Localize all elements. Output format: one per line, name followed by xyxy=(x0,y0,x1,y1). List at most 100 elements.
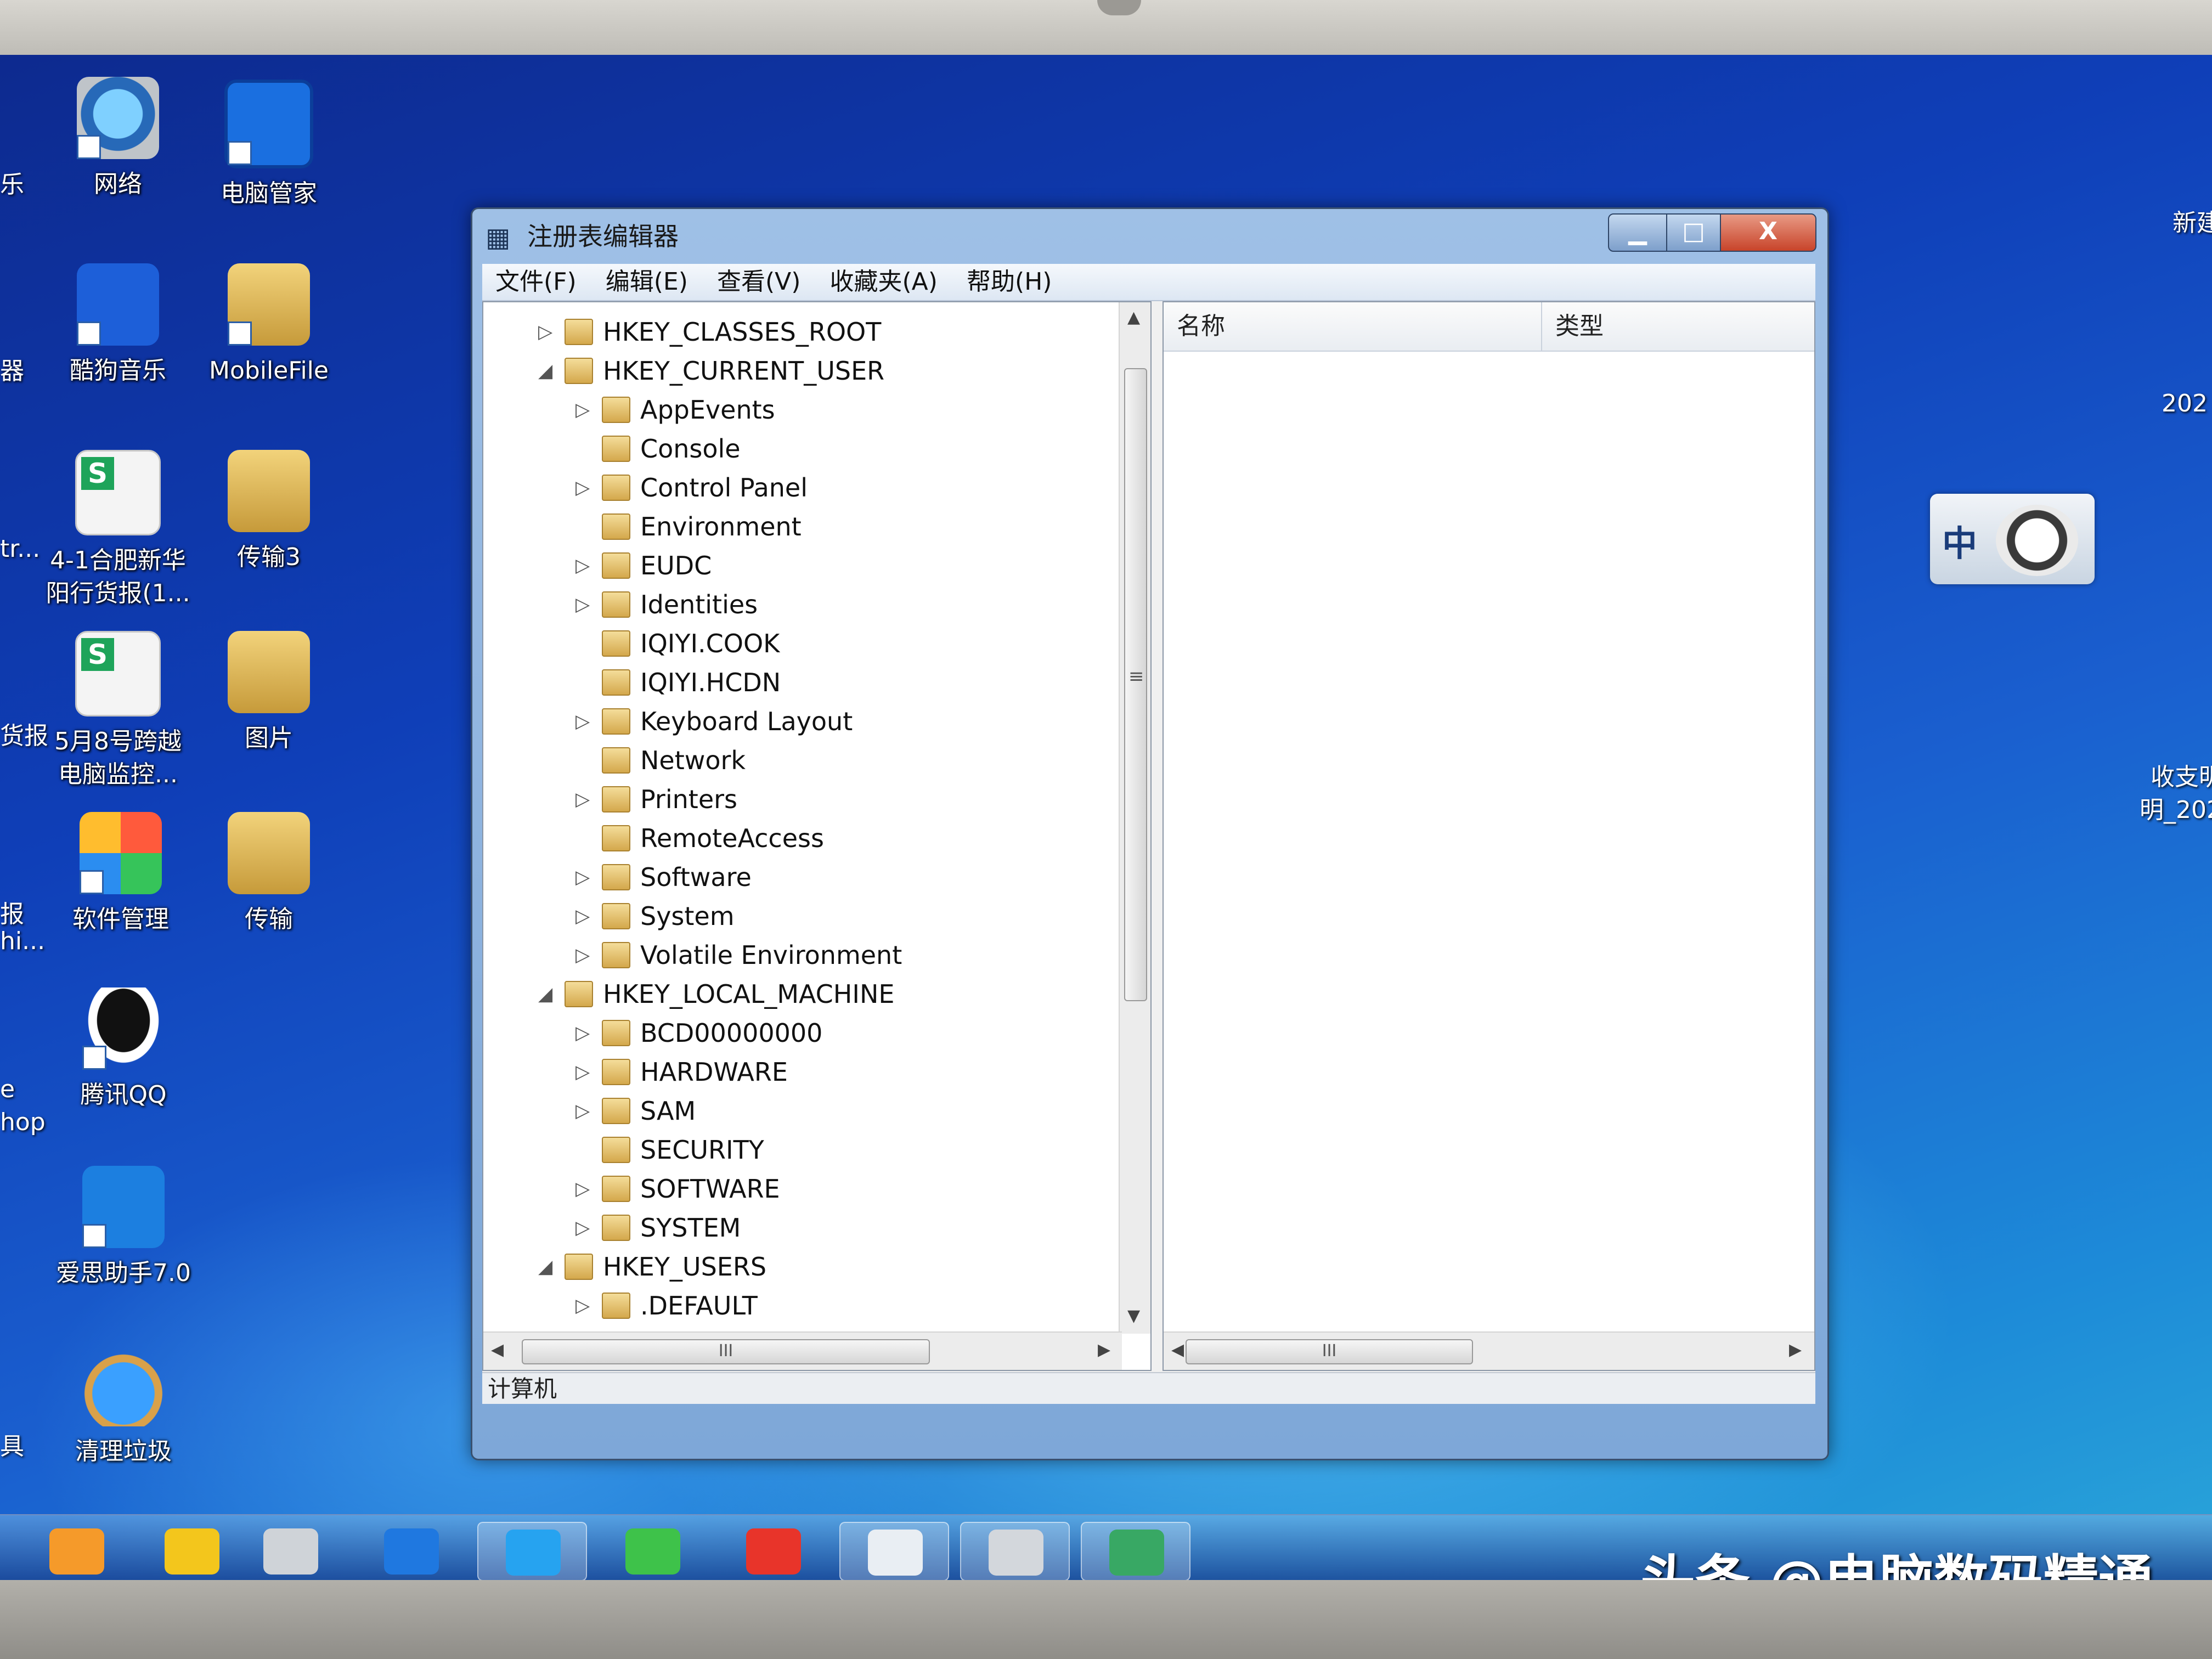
menu-help[interactable]: 帮助(H) xyxy=(953,264,1065,300)
collapse-arrow-icon[interactable]: ◢ xyxy=(538,983,560,1005)
desktop-icon-pc-guard[interactable]: 电脑管家 xyxy=(192,80,346,210)
expand-arrow-icon[interactable]: ▷ xyxy=(575,710,597,732)
ime-mode-label[interactable]: 中 xyxy=(1942,516,1977,566)
taskbar-button[interactable] xyxy=(719,1522,828,1581)
expand-arrow-icon[interactable]: ▷ xyxy=(575,555,597,577)
expand-arrow-icon[interactable]: ▷ xyxy=(575,788,597,810)
close-button[interactable]: X xyxy=(1720,213,1816,252)
ime-toolbar[interactable]: 中 xyxy=(1930,494,2095,584)
taskbar-button[interactable] xyxy=(598,1522,708,1581)
tree-node[interactable]: ▷ SAM xyxy=(575,1091,696,1131)
tree-node[interactable]: ▷ SOFTWARE xyxy=(575,1169,780,1209)
desktop-icon-transfer3[interactable]: 传输3 xyxy=(192,450,346,574)
menu-file[interactable]: 文件(F) xyxy=(482,264,590,300)
desktop-icon-xlsx-2[interactable]: 5月8号跨越 电脑监控... xyxy=(41,631,195,791)
taskbar-button[interactable] xyxy=(1081,1522,1190,1581)
column-type-header[interactable]: 类型 xyxy=(1542,302,1805,351)
tree-node[interactable]: ▷ HKEY_CLASSES_ROOT xyxy=(538,312,881,352)
desktop-icon-i4[interactable]: 爱思助手7.0 xyxy=(47,1166,200,1290)
expand-arrow-icon[interactable]: ▷ xyxy=(575,399,597,421)
taskbar-button[interactable] xyxy=(960,1522,1070,1581)
expand-arrow-icon[interactable]: ▷ xyxy=(575,1295,597,1317)
tree-node[interactable]: RemoteAccess xyxy=(575,819,824,858)
tree-node-label: BCD00000000 xyxy=(640,1018,823,1048)
tree-node[interactable]: ▷ AppEvents xyxy=(575,390,775,430)
taskbar-button[interactable] xyxy=(839,1522,949,1581)
tree-horizontal-scroll-thumb[interactable]: III xyxy=(522,1339,930,1364)
expand-arrow-icon[interactable]: ▷ xyxy=(575,866,597,888)
taskbar-button[interactable] xyxy=(357,1522,466,1581)
desktop-icon-clean[interactable]: 清理垃圾 xyxy=(47,1344,200,1468)
scroll-grip-icon: ≡ xyxy=(1128,665,1144,687)
tree-horizontal-scrollbar[interactable]: ◀ III ▶ xyxy=(483,1331,1122,1370)
desktop-icon-qq[interactable]: 腾讯QQ xyxy=(47,988,200,1111)
desktop-icon-kugou[interactable]: 酷狗音乐 xyxy=(41,263,195,387)
taskbar-button[interactable] xyxy=(236,1522,346,1581)
collapse-arrow-icon[interactable]: ◢ xyxy=(538,1256,560,1278)
desktop-icon-software-manager[interactable]: 软件管理 xyxy=(44,812,198,936)
tree-node[interactable]: IQIYI.COOK xyxy=(575,624,780,663)
list-horizontal-scrollbar[interactable]: ◀ III ▶ xyxy=(1164,1331,1814,1370)
tree-node[interactable]: ▷ Software xyxy=(575,857,752,897)
menu-favorites[interactable]: 收藏夹(A) xyxy=(817,264,951,300)
scroll-down-arrow-icon[interactable]: ▼ xyxy=(1127,1306,1140,1325)
expand-arrow-icon[interactable]: ▷ xyxy=(575,594,597,616)
scroll-left-arrow-icon[interactable]: ◀ xyxy=(1171,1340,1184,1359)
tree-node[interactable]: ▷ System xyxy=(575,896,735,936)
tree-node[interactable]: ◢ HKEY_CURRENT_USER xyxy=(538,351,884,391)
expand-arrow-icon[interactable]: ▷ xyxy=(538,321,560,343)
tree-node[interactable]: ▷ Printers xyxy=(575,780,737,819)
tree-node[interactable]: ◢ HKEY_USERS xyxy=(538,1247,766,1286)
expand-arrow-icon[interactable]: ▷ xyxy=(575,1061,597,1083)
tree-node[interactable]: ▷ Control Panel xyxy=(575,468,808,507)
tree-node[interactable]: ◢ HKEY_LOCAL_MACHINE xyxy=(538,974,894,1014)
expand-arrow-icon[interactable]: ▷ xyxy=(575,1100,597,1122)
desktop-icon-transfer[interactable]: 传输 xyxy=(192,812,346,936)
tree-node[interactable]: ▷ Volatile Environment xyxy=(575,935,902,975)
expand-arrow-icon[interactable]: ▷ xyxy=(575,477,597,499)
tree-node[interactable]: Network xyxy=(575,741,746,780)
column-name-header[interactable]: 名称 xyxy=(1164,302,1542,351)
edge-label-3: tr... xyxy=(0,535,41,563)
taskbar-button[interactable] xyxy=(137,1522,247,1581)
folder-icon xyxy=(602,1137,630,1163)
tree-node[interactable]: ▷ .DEFAULT xyxy=(575,1286,758,1325)
desktop-icon-mobilefile[interactable]: MobileFile xyxy=(192,263,346,387)
tree-node[interactable]: IQIYI.HCDN xyxy=(575,663,781,702)
wechat-icon xyxy=(625,1528,680,1575)
tree-node[interactable]: Environment xyxy=(575,507,802,546)
menu-edit[interactable]: 编辑(E) xyxy=(592,264,701,300)
list-horizontal-scroll-thumb[interactable]: III xyxy=(1186,1339,1473,1364)
expand-arrow-icon[interactable]: ▷ xyxy=(575,1217,597,1239)
maximize-button[interactable]: □ xyxy=(1666,213,1721,252)
desktop-icon-pictures[interactable]: 图片 xyxy=(192,631,346,755)
tree-node[interactable]: Console xyxy=(575,429,741,469)
desktop-icon-network[interactable]: 网络 xyxy=(41,77,195,201)
tree-node[interactable]: ▷ HARDWARE xyxy=(575,1052,788,1092)
desktop-icon-xlsx-1[interactable]: 4-1合肥新华 阳行货报(1... xyxy=(41,450,195,610)
taskbar-button[interactable] xyxy=(22,1522,132,1581)
scroll-right-arrow-icon[interactable]: ▶ xyxy=(1098,1340,1110,1359)
scroll-left-arrow-icon[interactable]: ◀ xyxy=(491,1340,504,1359)
tree-node[interactable]: ▷ EUDC xyxy=(575,546,712,585)
regedit-icon xyxy=(1109,1530,1164,1576)
expand-arrow-icon[interactable]: ▷ xyxy=(575,944,597,966)
scroll-up-arrow-icon[interactable]: ▲ xyxy=(1127,308,1140,327)
tree-node[interactable]: ▷ BCD00000000 xyxy=(575,1013,822,1053)
menu-view[interactable]: 查看(V) xyxy=(704,264,814,300)
collapse-arrow-icon[interactable]: ◢ xyxy=(538,360,560,382)
expand-arrow-icon[interactable]: ▷ xyxy=(575,1178,597,1200)
tree-node[interactable]: ▷ Keyboard Layout xyxy=(575,702,853,741)
scroll-right-arrow-icon[interactable]: ▶ xyxy=(1789,1340,1802,1359)
values-list[interactable]: 名称 类型 ◀ III ▶ xyxy=(1163,301,1815,1371)
tree-node[interactable]: ▷ Identities xyxy=(575,585,758,624)
tree-node[interactable]: SECURITY xyxy=(575,1130,764,1170)
expand-arrow-icon[interactable]: ▷ xyxy=(575,905,597,927)
tree-vertical-scrollbar[interactable]: ▲ ≡ ▼ xyxy=(1119,302,1150,1334)
tree-node[interactable]: ▷ SYSTEM xyxy=(575,1208,741,1248)
taskbar-button[interactable] xyxy=(477,1522,587,1581)
tree-vertical-scroll-thumb[interactable]: ≡ xyxy=(1124,368,1147,1001)
minimize-button[interactable]: ▁ xyxy=(1608,213,1667,252)
title-bar[interactable]: ▦ 注册表编辑器 ▁ □ X xyxy=(472,209,1827,264)
expand-arrow-icon[interactable]: ▷ xyxy=(575,1022,597,1044)
